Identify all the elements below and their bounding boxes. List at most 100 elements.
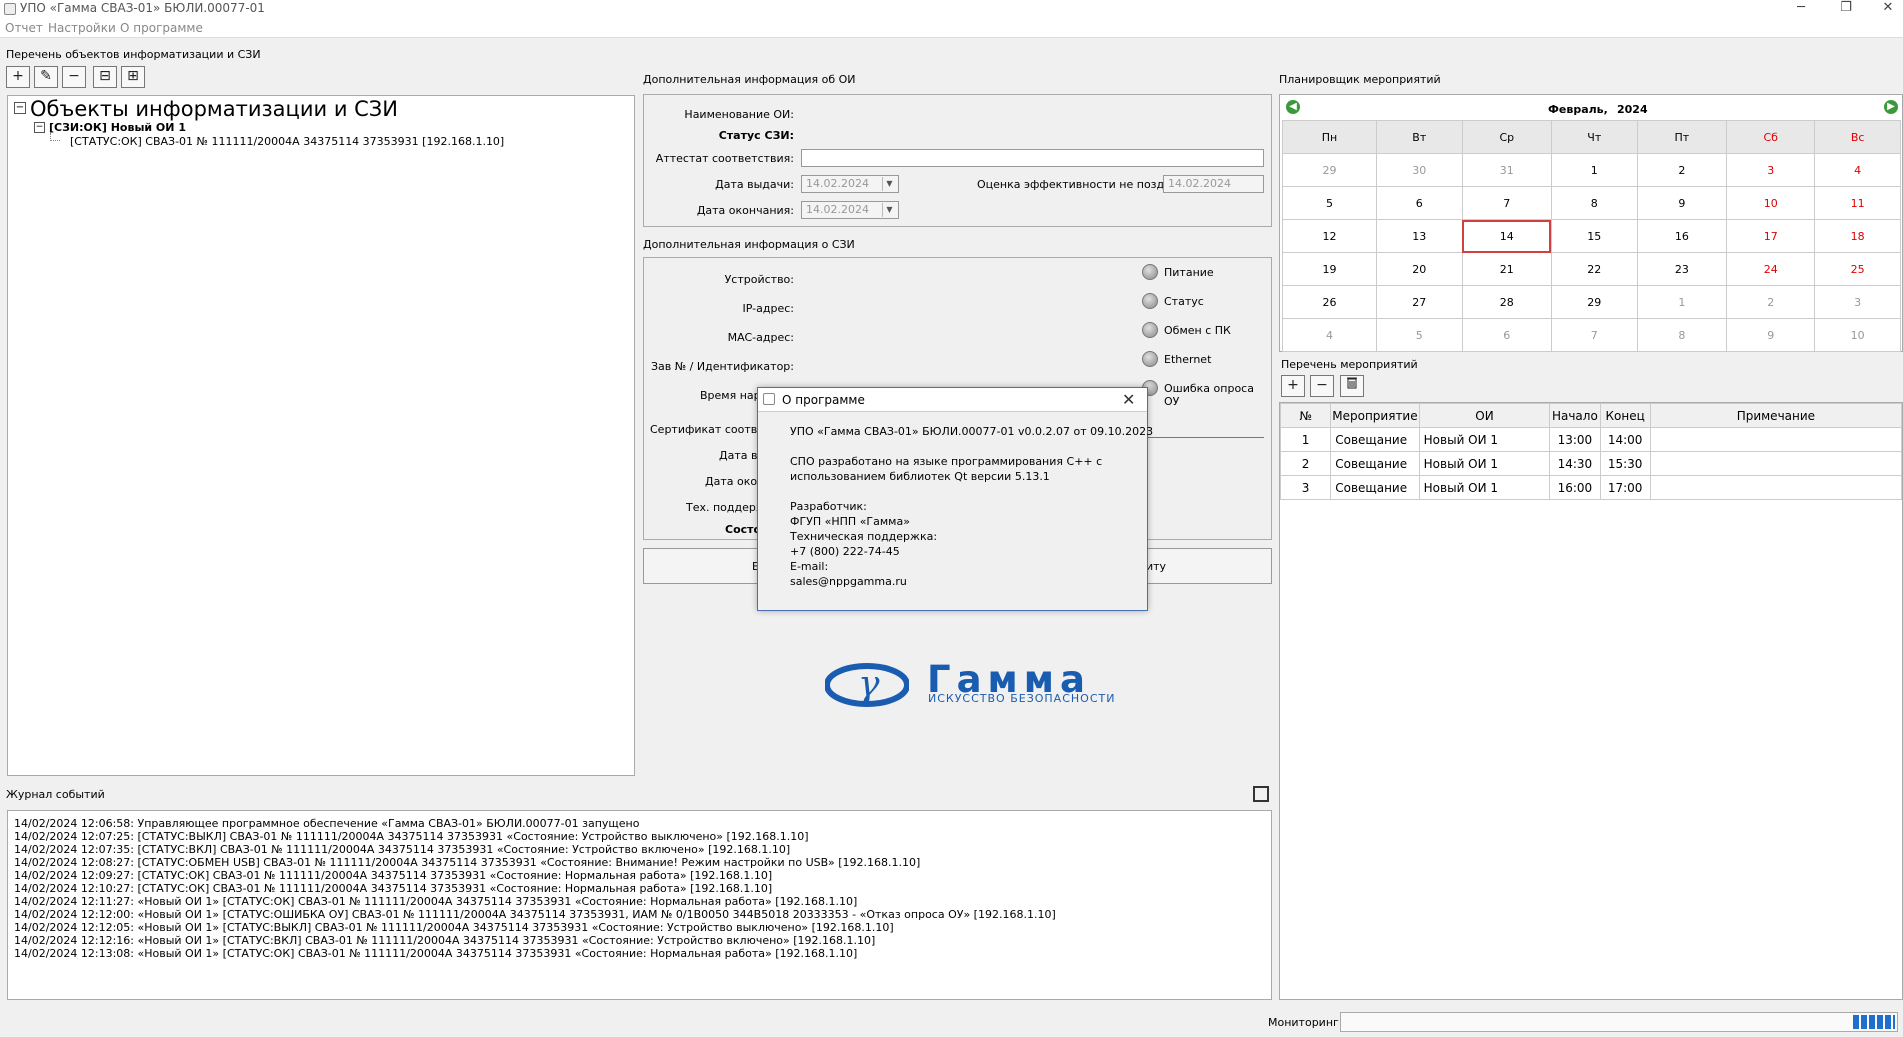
calendar-day[interactable]: 21: [1461, 252, 1552, 286]
next-month-icon[interactable]: ▶: [1884, 100, 1898, 114]
calendar-day[interactable]: 6: [1461, 318, 1552, 352]
menu-about[interactable]: О программе: [120, 21, 203, 35]
minimize-icon[interactable]: ─: [1781, 0, 1821, 16]
app-icon: [4, 3, 16, 15]
add-event-button[interactable]: +: [1281, 375, 1305, 397]
calendar-day[interactable]: 4: [1814, 153, 1901, 187]
collapse-all-button[interactable]: ⊟: [93, 66, 117, 88]
calendar-day[interactable]: 2: [1726, 285, 1816, 319]
state-label: Состо: [725, 523, 762, 536]
weekday-header: Вс: [1814, 120, 1901, 154]
tree-leaf[interactable]: [СТАТУС:ОК] СВАЗ-01 № 111111/20004A 3437…: [70, 135, 504, 148]
maximize-log-icon[interactable]: [1253, 786, 1269, 802]
calendar-day[interactable]: 13: [1375, 219, 1463, 253]
calendar-day[interactable]: 9: [1726, 318, 1816, 352]
tree-root[interactable]: Объекты информатизации и СЗИ: [30, 97, 398, 121]
cert-end-label: Дата окон: [705, 475, 765, 488]
calendar-day[interactable]: 5: [1375, 318, 1463, 352]
attest-input[interactable]: [801, 149, 1264, 167]
attest-label: Аттестат соответствия:: [655, 152, 794, 165]
events-column-header[interactable]: Начало: [1549, 403, 1601, 428]
table-row[interactable]: 1 Совещание Новый ОИ 1 13:00 14:00: [1279, 427, 1903, 452]
events-column-header[interactable]: ОИ: [1418, 403, 1551, 428]
calendar-day[interactable]: 26: [1282, 285, 1377, 319]
table-cell: 3: [1279, 475, 1332, 500]
table-cell: 14:00: [1599, 427, 1651, 452]
calendar-day[interactable]: 11: [1814, 186, 1901, 220]
calendar-day[interactable]: 17: [1726, 219, 1816, 253]
calendar-day[interactable]: 30: [1375, 153, 1463, 187]
event-log[interactable]: 14/02/2024 12:06:58: Управляющее програм…: [7, 810, 1272, 1000]
calendar-day[interactable]: 9: [1636, 186, 1728, 220]
edit-object-button[interactable]: ✎: [34, 66, 58, 88]
calendar-day[interactable]: 4: [1282, 318, 1377, 352]
calendar-day[interactable]: 8: [1636, 318, 1728, 352]
end-date-field[interactable]: 14.02.2024 ▼: [801, 201, 899, 219]
calendar-day[interactable]: 5: [1282, 186, 1377, 220]
support-label: Тех. поддерж: [686, 501, 766, 514]
add-object-button[interactable]: +: [6, 66, 30, 88]
calendar-day[interactable]: 10: [1726, 186, 1816, 220]
issue-date-field[interactable]: 14.02.2024 ▼: [801, 175, 899, 193]
calendar-day[interactable]: 10: [1814, 318, 1901, 352]
events-column-header[interactable]: Примечание: [1649, 403, 1903, 428]
calendar-day[interactable]: 25: [1814, 252, 1901, 286]
about-title: О программе: [782, 393, 865, 407]
calendar-day[interactable]: 31: [1461, 153, 1552, 187]
calendar-day[interactable]: 6: [1375, 186, 1463, 220]
efficiency-field[interactable]: 14.02.2024: [1163, 175, 1264, 193]
tree-child-collapse-icon[interactable]: −: [34, 122, 45, 133]
close-icon[interactable]: ✕: [1868, 0, 1903, 16]
events-column-header[interactable]: Мероприятие: [1330, 403, 1420, 428]
about-email[interactable]: sales@nppgamma.ru: [790, 574, 1153, 589]
calendar-day[interactable]: 24: [1726, 252, 1816, 286]
calendar-day[interactable]: 14: [1461, 219, 1552, 253]
table-row[interactable]: 3 Совещание Новый ОИ 1 16:00 17:00: [1279, 475, 1903, 500]
expand-all-button[interactable]: ⊞: [121, 66, 145, 88]
calendar-day[interactable]: 23: [1636, 252, 1728, 286]
calendar-day[interactable]: 16: [1636, 219, 1728, 253]
calendar-day[interactable]: 12: [1282, 219, 1377, 253]
calendar-day[interactable]: 22: [1550, 252, 1638, 286]
log-entry: 14/02/2024 12:09:27: [СТАТУС:ОК] СВАЗ-01…: [14, 869, 773, 882]
events-column-header[interactable]: Конец: [1599, 403, 1651, 428]
calendar-day[interactable]: 27: [1375, 285, 1463, 319]
calendar-year[interactable]: 2024: [1617, 103, 1648, 116]
calendar-day[interactable]: 1: [1550, 153, 1638, 187]
calendar-day[interactable]: 20: [1375, 252, 1463, 286]
objects-tree[interactable]: − Объекты информатизации и СЗИ − [СЗИ:ОК…: [7, 95, 635, 776]
calendar-day[interactable]: 7: [1461, 186, 1552, 220]
restore-icon[interactable]: ❐: [1826, 0, 1866, 16]
calendar-grid: Пн Вт Ср Чт Пт Сб Вс 29 30 31 1 2 3 4 5 6 7 8 9 10 11 12 13 14…: [1282, 120, 1901, 352]
calendar-day[interactable]: 18: [1814, 219, 1901, 253]
menu-settings[interactable]: Настройки: [48, 21, 116, 35]
calendar-day[interactable]: 19: [1282, 252, 1377, 286]
calendar-day[interactable]: 28: [1461, 285, 1552, 319]
prev-month-icon[interactable]: ◀: [1286, 100, 1300, 114]
table-row[interactable]: 2 Совещание Новый ОИ 1 14:30 15:30: [1279, 451, 1903, 476]
chevron-down-icon[interactable]: ▼: [882, 203, 896, 217]
menu-report[interactable]: Отчет: [5, 21, 43, 35]
calendar-day[interactable]: 29: [1550, 285, 1638, 319]
calendar-day[interactable]: 15: [1550, 219, 1638, 253]
events-column-header[interactable]: №: [1279, 403, 1332, 428]
chevron-down-icon[interactable]: ▼: [882, 177, 896, 191]
calendar-day[interactable]: 7: [1550, 318, 1638, 352]
efficiency-value: 14.02.2024: [1168, 177, 1231, 190]
close-icon[interactable]: ✕: [1122, 390, 1135, 409]
calendar-day[interactable]: 3: [1814, 285, 1901, 319]
about-dev-label: Разработчик:: [790, 500, 867, 513]
calendar-month[interactable]: Февраль,: [1548, 103, 1608, 116]
log-entry: 14/02/2024 12:13:08: «Новый ОИ 1» [СТАТУ…: [14, 947, 858, 960]
tree-collapse-icon[interactable]: −: [14, 102, 26, 114]
tree-child[interactable]: [СЗИ:ОК] Новый ОИ 1: [49, 121, 186, 134]
calendar: ◀ Февраль, 2024 ▶ Пн Вт Ср Чт Пт Сб Вс 29 30 31 1…: [1279, 94, 1903, 352]
calendar-day[interactable]: 2: [1636, 153, 1728, 187]
calendar-day[interactable]: 8: [1550, 186, 1638, 220]
remove-object-button[interactable]: −: [62, 66, 86, 88]
remove-event-button[interactable]: −: [1310, 375, 1334, 397]
calendar-day[interactable]: 29: [1282, 153, 1377, 187]
calendar-day[interactable]: 1: [1636, 285, 1728, 319]
delete-event-button[interactable]: [1340, 375, 1364, 397]
calendar-day[interactable]: 3: [1726, 153, 1816, 187]
